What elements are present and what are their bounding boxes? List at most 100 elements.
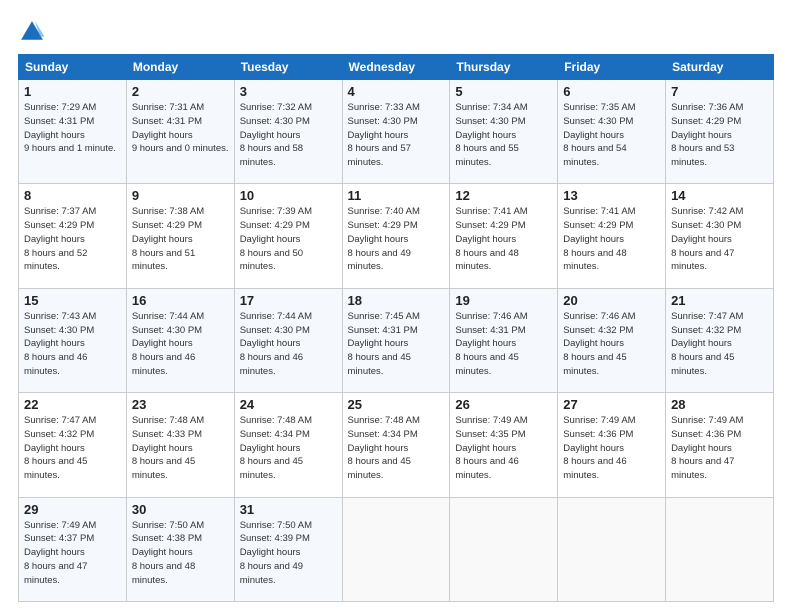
- day-info: Sunrise: 7:31 AM Sunset: 4:31 PM Dayligh…: [132, 101, 229, 156]
- day-cell-13: 13 Sunrise: 7:41 AM Sunset: 4:29 PM Dayl…: [558, 184, 666, 288]
- week-row-4: 22 Sunrise: 7:47 AM Sunset: 4:32 PM Dayl…: [19, 393, 774, 497]
- day-cell-4: 4 Sunrise: 7:33 AM Sunset: 4:30 PM Dayli…: [342, 80, 450, 184]
- day-cell-23: 23 Sunrise: 7:48 AM Sunset: 4:33 PM Dayl…: [126, 393, 234, 497]
- th-monday: Monday: [126, 55, 234, 80]
- day-info: Sunrise: 7:42 AM Sunset: 4:30 PM Dayligh…: [671, 205, 768, 274]
- day-number: 22: [24, 397, 121, 412]
- day-number: 15: [24, 293, 121, 308]
- day-info: Sunrise: 7:29 AM Sunset: 4:31 PM Dayligh…: [24, 101, 121, 156]
- day-number: 31: [240, 502, 337, 517]
- day-number: 30: [132, 502, 229, 517]
- day-cell-31: 31 Sunrise: 7:50 AM Sunset: 4:39 PM Dayl…: [234, 497, 342, 601]
- header: [18, 18, 774, 46]
- day-info: Sunrise: 7:33 AM Sunset: 4:30 PM Dayligh…: [348, 101, 445, 170]
- day-info: Sunrise: 7:49 AM Sunset: 4:36 PM Dayligh…: [671, 414, 768, 483]
- day-number: 3: [240, 84, 337, 99]
- day-cell-12: 12 Sunrise: 7:41 AM Sunset: 4:29 PM Dayl…: [450, 184, 558, 288]
- day-cell-29: 29 Sunrise: 7:49 AM Sunset: 4:37 PM Dayl…: [19, 497, 127, 601]
- day-number: 26: [455, 397, 552, 412]
- week-row-2: 8 Sunrise: 7:37 AM Sunset: 4:29 PM Dayli…: [19, 184, 774, 288]
- day-number: 16: [132, 293, 229, 308]
- day-info: Sunrise: 7:48 AM Sunset: 4:34 PM Dayligh…: [240, 414, 337, 483]
- day-cell-9: 9 Sunrise: 7:38 AM Sunset: 4:29 PM Dayli…: [126, 184, 234, 288]
- day-cell-20: 20 Sunrise: 7:46 AM Sunset: 4:32 PM Dayl…: [558, 288, 666, 392]
- day-cell-16: 16 Sunrise: 7:44 AM Sunset: 4:30 PM Dayl…: [126, 288, 234, 392]
- th-sunday: Sunday: [19, 55, 127, 80]
- week-row-5: 29 Sunrise: 7:49 AM Sunset: 4:37 PM Dayl…: [19, 497, 774, 601]
- day-number: 6: [563, 84, 660, 99]
- day-cell-21: 21 Sunrise: 7:47 AM Sunset: 4:32 PM Dayl…: [666, 288, 774, 392]
- day-cell-11: 11 Sunrise: 7:40 AM Sunset: 4:29 PM Dayl…: [342, 184, 450, 288]
- day-cell-22: 22 Sunrise: 7:47 AM Sunset: 4:32 PM Dayl…: [19, 393, 127, 497]
- day-info: Sunrise: 7:44 AM Sunset: 4:30 PM Dayligh…: [240, 310, 337, 379]
- day-cell-10: 10 Sunrise: 7:39 AM Sunset: 4:29 PM Dayl…: [234, 184, 342, 288]
- day-number: 21: [671, 293, 768, 308]
- day-number: 29: [24, 502, 121, 517]
- page: Sunday Monday Tuesday Wednesday Thursday…: [0, 0, 792, 612]
- day-number: 4: [348, 84, 445, 99]
- day-info: Sunrise: 7:48 AM Sunset: 4:34 PM Dayligh…: [348, 414, 445, 483]
- day-info: Sunrise: 7:49 AM Sunset: 4:37 PM Dayligh…: [24, 519, 121, 588]
- th-tuesday: Tuesday: [234, 55, 342, 80]
- day-number: 7: [671, 84, 768, 99]
- day-cell-8: 8 Sunrise: 7:37 AM Sunset: 4:29 PM Dayli…: [19, 184, 127, 288]
- header-row: Sunday Monday Tuesday Wednesday Thursday…: [19, 55, 774, 80]
- empty-cell: [666, 497, 774, 601]
- week-row-1: 1 Sunrise: 7:29 AM Sunset: 4:31 PM Dayli…: [19, 80, 774, 184]
- day-info: Sunrise: 7:39 AM Sunset: 4:29 PM Dayligh…: [240, 205, 337, 274]
- day-info: Sunrise: 7:40 AM Sunset: 4:29 PM Dayligh…: [348, 205, 445, 274]
- day-number: 19: [455, 293, 552, 308]
- day-info: Sunrise: 7:37 AM Sunset: 4:29 PM Dayligh…: [24, 205, 121, 274]
- day-info: Sunrise: 7:35 AM Sunset: 4:30 PM Dayligh…: [563, 101, 660, 170]
- th-friday: Friday: [558, 55, 666, 80]
- day-cell-17: 17 Sunrise: 7:44 AM Sunset: 4:30 PM Dayl…: [234, 288, 342, 392]
- day-info: Sunrise: 7:47 AM Sunset: 4:32 PM Dayligh…: [24, 414, 121, 483]
- day-cell-24: 24 Sunrise: 7:48 AM Sunset: 4:34 PM Dayl…: [234, 393, 342, 497]
- day-cell-7: 7 Sunrise: 7:36 AM Sunset: 4:29 PM Dayli…: [666, 80, 774, 184]
- day-info: Sunrise: 7:36 AM Sunset: 4:29 PM Dayligh…: [671, 101, 768, 170]
- day-cell-15: 15 Sunrise: 7:43 AM Sunset: 4:30 PM Dayl…: [19, 288, 127, 392]
- day-info: Sunrise: 7:43 AM Sunset: 4:30 PM Dayligh…: [24, 310, 121, 379]
- th-thursday: Thursday: [450, 55, 558, 80]
- day-info: Sunrise: 7:38 AM Sunset: 4:29 PM Dayligh…: [132, 205, 229, 274]
- day-cell-3: 3 Sunrise: 7:32 AM Sunset: 4:30 PM Dayli…: [234, 80, 342, 184]
- day-cell-5: 5 Sunrise: 7:34 AM Sunset: 4:30 PM Dayli…: [450, 80, 558, 184]
- day-number: 27: [563, 397, 660, 412]
- day-cell-19: 19 Sunrise: 7:46 AM Sunset: 4:31 PM Dayl…: [450, 288, 558, 392]
- day-number: 17: [240, 293, 337, 308]
- day-number: 24: [240, 397, 337, 412]
- empty-cell: [558, 497, 666, 601]
- day-info: Sunrise: 7:41 AM Sunset: 4:29 PM Dayligh…: [455, 205, 552, 274]
- day-info: Sunrise: 7:50 AM Sunset: 4:39 PM Dayligh…: [240, 519, 337, 588]
- day-info: Sunrise: 7:34 AM Sunset: 4:30 PM Dayligh…: [455, 101, 552, 170]
- day-cell-6: 6 Sunrise: 7:35 AM Sunset: 4:30 PM Dayli…: [558, 80, 666, 184]
- day-info: Sunrise: 7:47 AM Sunset: 4:32 PM Dayligh…: [671, 310, 768, 379]
- day-info: Sunrise: 7:44 AM Sunset: 4:30 PM Dayligh…: [132, 310, 229, 379]
- day-number: 11: [348, 188, 445, 203]
- calendar-table: Sunday Monday Tuesday Wednesday Thursday…: [18, 54, 774, 602]
- day-number: 25: [348, 397, 445, 412]
- day-number: 10: [240, 188, 337, 203]
- th-saturday: Saturday: [666, 55, 774, 80]
- empty-cell: [450, 497, 558, 601]
- day-info: Sunrise: 7:48 AM Sunset: 4:33 PM Dayligh…: [132, 414, 229, 483]
- day-cell-28: 28 Sunrise: 7:49 AM Sunset: 4:36 PM Dayl…: [666, 393, 774, 497]
- day-cell-26: 26 Sunrise: 7:49 AM Sunset: 4:35 PM Dayl…: [450, 393, 558, 497]
- week-row-3: 15 Sunrise: 7:43 AM Sunset: 4:30 PM Dayl…: [19, 288, 774, 392]
- day-number: 14: [671, 188, 768, 203]
- day-cell-2: 2 Sunrise: 7:31 AM Sunset: 4:31 PM Dayli…: [126, 80, 234, 184]
- day-info: Sunrise: 7:46 AM Sunset: 4:31 PM Dayligh…: [455, 310, 552, 379]
- day-info: Sunrise: 7:46 AM Sunset: 4:32 PM Dayligh…: [563, 310, 660, 379]
- empty-cell: [342, 497, 450, 601]
- day-number: 20: [563, 293, 660, 308]
- day-number: 28: [671, 397, 768, 412]
- day-info: Sunrise: 7:45 AM Sunset: 4:31 PM Dayligh…: [348, 310, 445, 379]
- day-number: 12: [455, 188, 552, 203]
- logo-icon: [18, 18, 46, 46]
- day-number: 23: [132, 397, 229, 412]
- day-number: 8: [24, 188, 121, 203]
- day-cell-25: 25 Sunrise: 7:48 AM Sunset: 4:34 PM Dayl…: [342, 393, 450, 497]
- day-number: 13: [563, 188, 660, 203]
- th-wednesday: Wednesday: [342, 55, 450, 80]
- day-number: 18: [348, 293, 445, 308]
